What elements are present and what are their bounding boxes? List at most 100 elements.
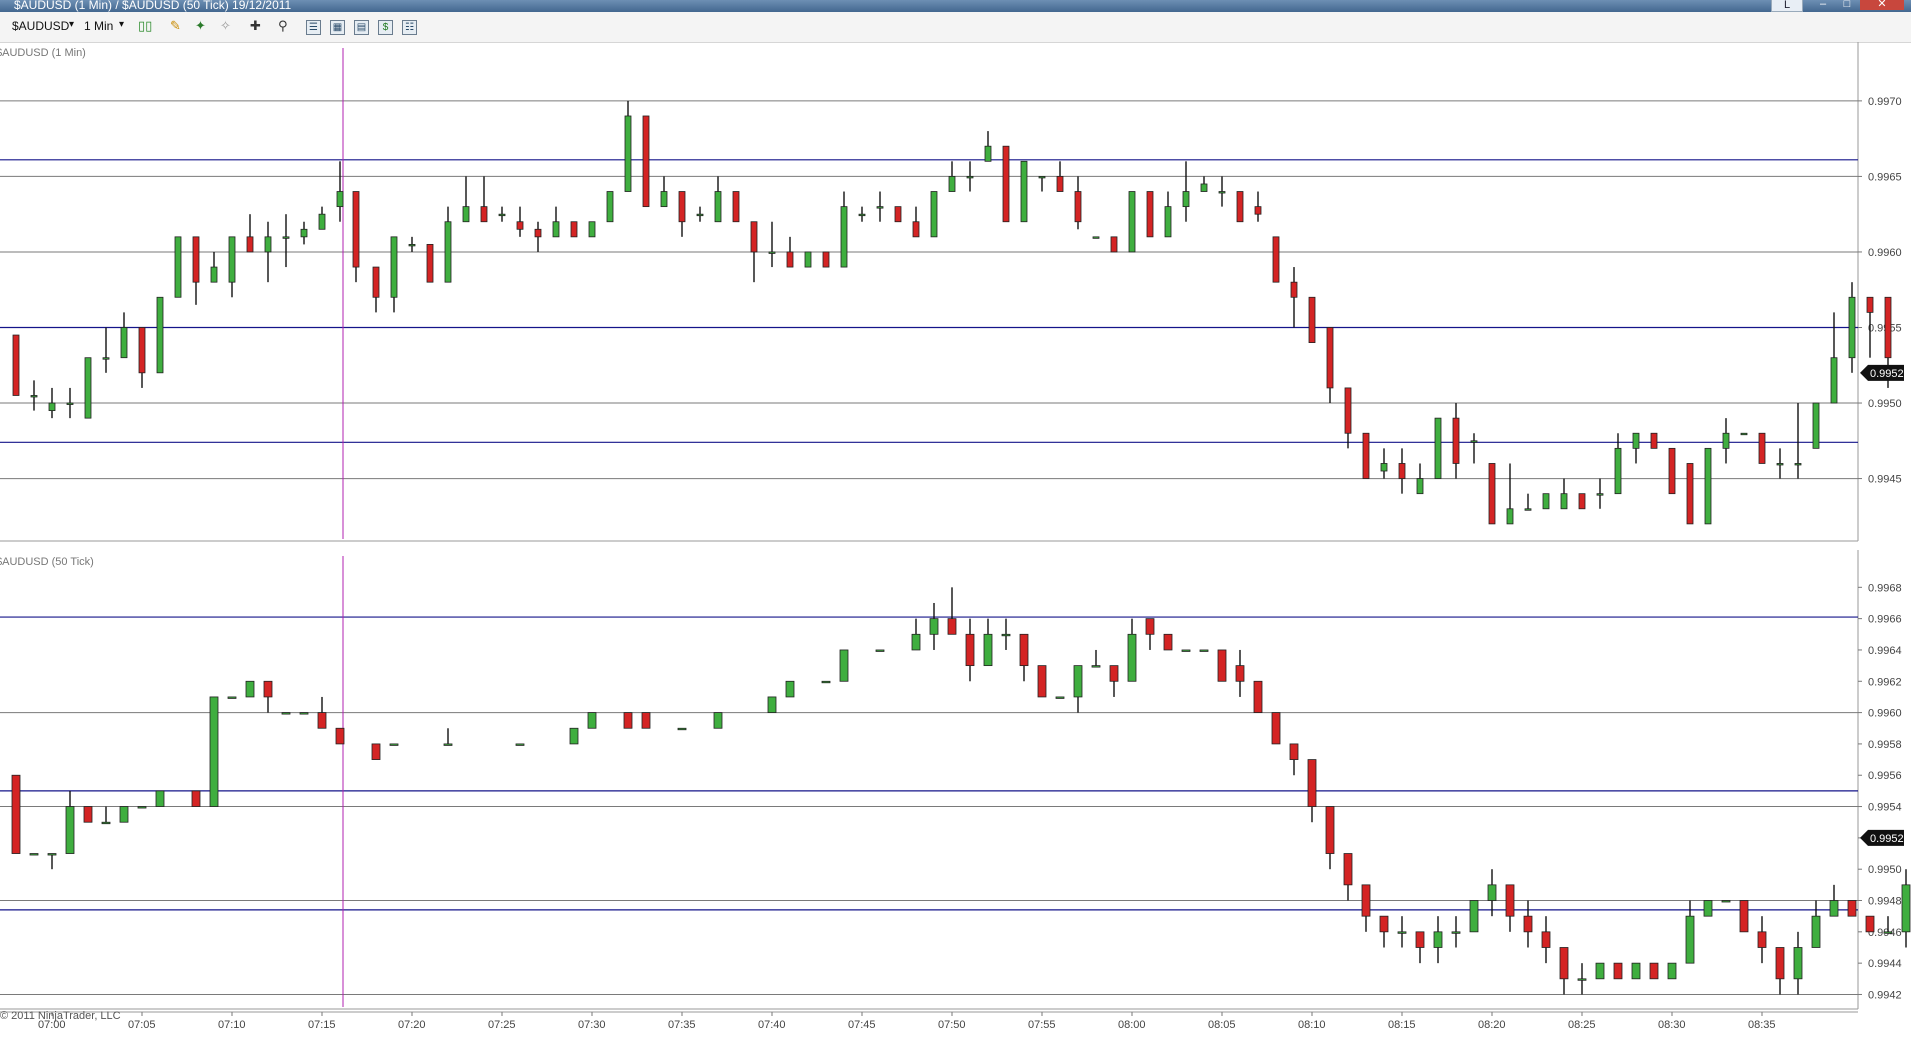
candle-up	[389, 743, 399, 746]
candle-up	[30, 395, 38, 398]
candle-down	[1235, 665, 1245, 682]
candle-up	[588, 221, 596, 238]
candle-down	[192, 236, 200, 283]
candle-up	[1181, 649, 1191, 652]
candle-up	[336, 191, 344, 208]
pencil-icon[interactable]: ✎	[170, 18, 181, 34]
candle-up	[498, 213, 506, 217]
candle-up	[282, 236, 290, 239]
x-tick-label: 07:30	[578, 1019, 606, 1031]
candle-up	[1128, 191, 1136, 253]
candle-down	[1866, 296, 1874, 313]
candle-down	[786, 251, 794, 268]
candle-up	[120, 327, 128, 359]
crosshair-icon[interactable]: ✚	[250, 18, 261, 34]
candle-down	[1757, 931, 1767, 948]
x-tick-label: 08:25	[1568, 1019, 1596, 1031]
candle-up	[624, 115, 632, 192]
instrument-selector[interactable]: $AUDUSD	[12, 19, 69, 33]
candle-down	[912, 221, 920, 238]
panel-title: $AUDUSD (50 Tick)	[0, 556, 94, 568]
zoom-icon[interactable]: ⚲	[278, 18, 288, 34]
candle-up	[408, 243, 416, 247]
interval-dropdown-icon[interactable]: ▾	[119, 19, 124, 30]
link-button[interactable]: L	[1771, 0, 1803, 12]
close-button[interactable]: ✕	[1860, 0, 1904, 10]
candle-down	[1236, 191, 1244, 223]
window-titlebar: $AUDUSD (1 Min) / $AUDUSD (50 Tick) 19/1…	[0, 0, 1911, 12]
minimize-button[interactable]: –	[1812, 0, 1834, 10]
candle-down	[1325, 806, 1335, 854]
candle-down	[1758, 432, 1766, 464]
candle-up	[948, 176, 956, 192]
candle-down	[1074, 191, 1082, 223]
eraser-icon[interactable]: ✧	[220, 18, 231, 34]
maximize-button[interactable]: □	[1836, 0, 1858, 10]
y-tick-label: 0.9948	[1868, 896, 1902, 908]
candle-up	[1667, 962, 1677, 980]
data-box-icon[interactable]: ▤	[354, 20, 369, 35]
candle-up	[156, 296, 164, 374]
draw-tool-icon[interactable]: ✦	[195, 18, 206, 34]
candle-up	[876, 206, 884, 209]
properties-icon[interactable]: ☷	[402, 20, 417, 35]
candle-down	[1398, 463, 1406, 479]
candle-down	[426, 243, 434, 283]
candle-down	[1002, 145, 1010, 223]
last-price-label: 0.9952	[1870, 368, 1904, 380]
candle-up	[462, 206, 470, 223]
candle-down	[678, 191, 686, 223]
candle-down	[750, 221, 758, 253]
interval-selector[interactable]: 1 Min	[84, 19, 113, 33]
x-tick-label: 07:05	[128, 1019, 156, 1031]
x-tick-label: 08:15	[1388, 1019, 1416, 1031]
candle-down	[1559, 947, 1569, 980]
candle-up	[281, 712, 291, 715]
chart-area[interactable]: $AUDUSD (1 Min)0.99700.99650.99600.99550…	[0, 42, 1911, 1053]
candle-up	[1848, 296, 1856, 359]
candle-up	[984, 145, 992, 162]
candle-up	[1577, 978, 1587, 981]
window-title: $AUDUSD (1 Min) / $AUDUSD (50 Tick) 19/1…	[14, 0, 292, 12]
y-tick-label: 0.9945	[1868, 474, 1902, 486]
candle-up	[1721, 900, 1731, 903]
strategies-icon[interactable]: ☰	[306, 20, 321, 35]
candle-up	[1703, 900, 1713, 917]
candle-up	[1469, 900, 1479, 933]
candle-down	[1019, 633, 1029, 667]
candle-down	[1307, 759, 1317, 807]
y-tick-label: 0.9966	[1868, 614, 1902, 626]
candle-up	[245, 680, 255, 698]
candle-down	[1775, 947, 1785, 980]
candle-down	[1578, 493, 1586, 510]
candle-down	[1613, 962, 1623, 980]
candle-up	[767, 696, 777, 713]
candle-up	[1883, 931, 1893, 934]
candle-up	[1200, 183, 1208, 192]
instrument-dropdown-icon[interactable]: ▾	[69, 19, 74, 30]
candle-down	[1056, 176, 1064, 192]
candle-up	[1487, 884, 1497, 901]
candle-down	[1326, 327, 1334, 389]
candle-up	[1001, 633, 1011, 637]
money-icon[interactable]: $	[378, 20, 393, 35]
indicators-icon[interactable]: ▦	[330, 20, 345, 35]
candle-down	[371, 743, 381, 760]
candle-up	[1722, 432, 1730, 449]
y-tick-label: 0.9958	[1868, 739, 1902, 751]
candle-up	[1811, 915, 1821, 948]
candle-up	[209, 696, 219, 807]
candle-down	[822, 251, 830, 268]
candle-up	[1793, 947, 1803, 980]
candle-down	[1145, 618, 1155, 635]
chart-toolbar: $AUDUSD ▾ 1 Min ▾ ▯▯ ✎ ✦ ✧ ✚ ⚲ ☰ ▦ ▤ $ ☷	[0, 12, 1911, 43]
candle-down	[138, 327, 146, 374]
bar-type-icon[interactable]: ▯▯	[138, 18, 152, 34]
candle-up	[48, 402, 56, 411]
candle-up	[1542, 493, 1550, 510]
candle-up	[84, 357, 92, 419]
candle-up	[587, 712, 597, 729]
candle-down	[1253, 680, 1263, 713]
candle-up	[1506, 508, 1514, 525]
candle-down	[1452, 417, 1460, 464]
